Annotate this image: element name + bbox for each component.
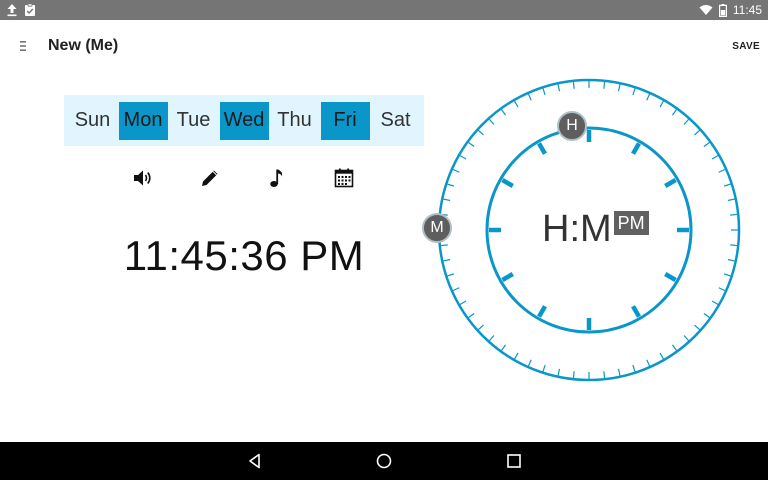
hour-tick (631, 142, 641, 155)
minute-handle[interactable]: M (422, 213, 452, 243)
hour-minute-label: H:M (542, 208, 612, 250)
minute-tick (703, 141, 711, 148)
hour-tick (631, 305, 641, 318)
minute-tick (513, 99, 519, 108)
minute-tick (557, 368, 561, 377)
minute-tick (477, 324, 484, 331)
status-left-icons (6, 2, 36, 18)
minute-tick (446, 273, 455, 277)
status-right-icons: 11:45 (699, 2, 762, 18)
minute-tick (477, 129, 484, 136)
calendar-icon[interactable] (333, 167, 355, 189)
minute-tick (694, 324, 701, 331)
minute-tick (659, 352, 665, 361)
days-of-week-selector: Sun Mon Tue Wed Thu Fri Sat (64, 95, 424, 146)
dial-center-label: H:M PM (542, 205, 649, 253)
pencil-icon[interactable] (199, 167, 221, 189)
navigation-bar (0, 442, 768, 480)
minute-tick (723, 183, 732, 187)
minute-tick (727, 258, 736, 262)
minute-tick (727, 198, 736, 202)
music-note-icon[interactable] (266, 167, 288, 189)
wifi-icon (699, 4, 713, 16)
hour-tick (664, 178, 677, 188)
recents-icon[interactable] (504, 451, 524, 471)
battery-icon (718, 3, 727, 17)
minute-tick (683, 118, 690, 125)
day-thu[interactable]: Thu (270, 102, 319, 140)
minute-tick (617, 368, 621, 377)
minute-tick (646, 92, 651, 101)
save-button[interactable]: SAVE (732, 36, 760, 56)
minute-tick (703, 312, 711, 319)
minute-tick (603, 80, 606, 89)
clipboard-check-icon (24, 3, 36, 17)
back-icon[interactable] (245, 451, 265, 471)
ampm-toggle[interactable]: PM (613, 211, 649, 235)
day-sat[interactable]: Sat (371, 102, 420, 140)
menu-icon[interactable] (16, 39, 30, 53)
day-tue[interactable]: Tue (169, 102, 218, 140)
home-icon[interactable] (374, 451, 394, 471)
day-fri[interactable]: Fri (320, 101, 370, 140)
minute-tick (632, 364, 636, 373)
minute-tick (467, 312, 475, 319)
hour-tick (501, 272, 514, 282)
minute-handle-label: M (430, 219, 444, 236)
minute-tick (730, 244, 739, 247)
minute-tick (646, 359, 651, 368)
status-bar: 11:45 (0, 0, 768, 20)
minute-tick (500, 344, 507, 352)
minute-tick (694, 129, 701, 136)
hour-tick (537, 142, 547, 155)
minute-tick (451, 168, 460, 173)
minute-tick (500, 108, 507, 116)
minute-tick (730, 213, 739, 216)
minute-tick (446, 183, 455, 187)
toolbar: New (Me) SAVE (0, 20, 768, 72)
minute-tick (718, 168, 727, 173)
minute-tick (513, 352, 519, 361)
minute-tick (603, 371, 606, 380)
minute-tick (458, 154, 467, 160)
hour-handle[interactable]: H (557, 111, 587, 141)
minute-tick (527, 359, 532, 368)
upload-icon (6, 3, 18, 17)
minute-tick (488, 118, 495, 125)
minute-tick (442, 258, 451, 262)
volume-icon[interactable] (132, 167, 154, 189)
minute-tick (671, 344, 678, 352)
day-wed[interactable]: Wed (219, 101, 269, 140)
minute-tick (557, 83, 561, 92)
status-time: 11:45 (732, 3, 762, 17)
hour-handle-label: H (566, 117, 578, 134)
minute-tick (572, 80, 575, 89)
minute-tick (542, 87, 546, 96)
hour-tick (501, 178, 514, 188)
page-title: New (Me) (48, 37, 119, 54)
minute-tick (439, 244, 448, 247)
minute-tick (711, 300, 720, 306)
minute-tick (442, 198, 451, 202)
minute-tick (659, 99, 665, 108)
minute-tick (467, 141, 475, 148)
minute-tick (527, 92, 532, 101)
minute-tick (711, 154, 720, 160)
minute-tick (617, 83, 621, 92)
minute-tick (458, 300, 467, 306)
day-mon[interactable]: Mon (118, 101, 168, 140)
minute-tick (718, 287, 727, 292)
minute-tick (488, 335, 495, 342)
minute-tick (451, 287, 460, 292)
day-sun[interactable]: Sun (68, 102, 117, 140)
minute-tick (723, 273, 732, 277)
minute-tick (632, 87, 636, 96)
minute-tick (671, 108, 678, 116)
hour-tick (664, 272, 677, 282)
alarm-time-display: 11:45:36 PM (123, 232, 365, 279)
minute-tick (542, 364, 546, 373)
minute-tick (683, 335, 690, 342)
hour-tick (537, 305, 547, 318)
minute-tick (572, 371, 575, 380)
